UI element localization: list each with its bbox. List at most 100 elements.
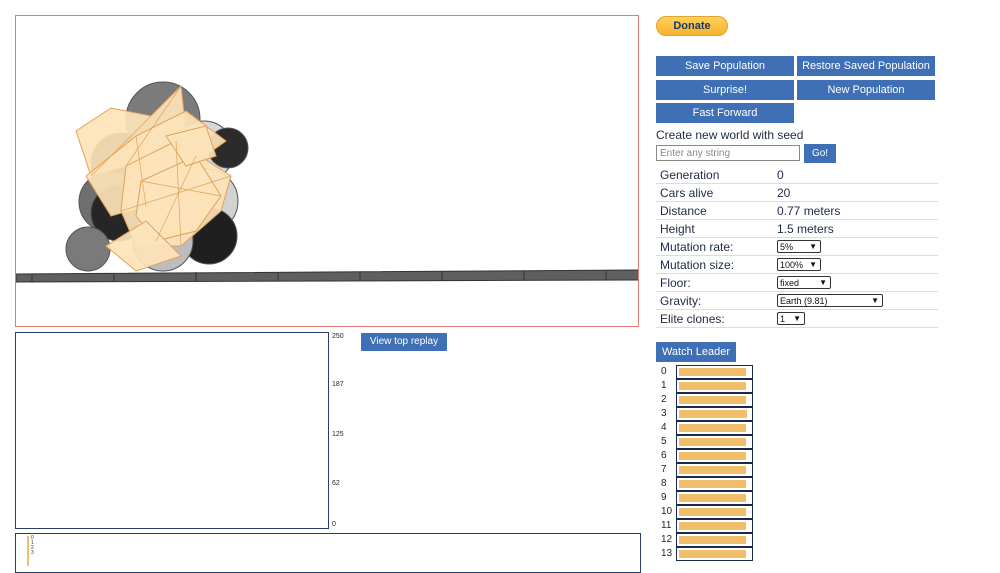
new-population-button[interactable]: New Population	[797, 80, 935, 100]
setting-row-mutation-size: Mutation size: 100% ▼	[656, 256, 938, 274]
world-canvas	[15, 15, 639, 327]
select-value: 1	[780, 314, 786, 324]
gravity-select[interactable]: Earth (9.81) ▼	[777, 294, 883, 307]
surprise-button[interactable]: Surprise!	[656, 80, 794, 100]
health-bar	[676, 547, 753, 561]
stat-value: 1.5 meters	[777, 222, 834, 236]
car-health-row: 11	[656, 519, 756, 533]
select-value: Earth (9.81)	[780, 296, 828, 306]
chevron-down-icon: ▼	[809, 242, 817, 251]
health-bar-fill	[679, 522, 746, 530]
chevron-down-icon: ▼	[793, 314, 801, 323]
car-index-label: 2	[661, 394, 667, 405]
health-bar-fill	[679, 438, 746, 446]
car-index-label: 3	[661, 408, 667, 419]
seed-input[interactable]	[656, 145, 800, 161]
car-health-row: 9	[656, 491, 756, 505]
setting-label: Gravity:	[660, 294, 702, 308]
health-bar-fill	[679, 368, 746, 376]
stat-row-distance: Distance 0.77 meters	[656, 202, 938, 220]
donate-button[interactable]: Donate	[656, 16, 728, 36]
setting-label: Floor:	[660, 276, 691, 290]
stat-label: Height	[660, 222, 695, 236]
elite-clones-select[interactable]: 1 ▼	[777, 312, 805, 325]
save-population-button[interactable]: Save Population	[656, 56, 794, 76]
car-index-label: 1	[661, 380, 667, 391]
seed-label: Create new world with seed	[656, 128, 804, 142]
health-bar	[676, 505, 753, 519]
setting-row-gravity: Gravity: Earth (9.81) ▼	[656, 292, 938, 310]
car-index-label: 4	[661, 422, 667, 433]
stat-value: 20	[777, 186, 791, 200]
select-value: 5%	[780, 242, 794, 252]
car-health-row: 4	[656, 421, 756, 435]
setting-label: Mutation size:	[660, 258, 735, 272]
car-health-row: 5	[656, 435, 756, 449]
car-index-label: 6	[661, 450, 667, 461]
graph-y-tick: 250	[332, 333, 344, 340]
car-health-row: 3	[656, 407, 756, 421]
fast-forward-button[interactable]: Fast Forward	[656, 103, 794, 123]
car-health-row: 8	[656, 477, 756, 491]
car-health-row: 13	[656, 547, 756, 561]
stat-row-generation: Generation 0	[656, 166, 938, 184]
health-bar-fill	[679, 536, 746, 544]
health-bar	[676, 449, 753, 463]
watch-leader-button[interactable]: Watch Leader	[656, 342, 736, 362]
health-bar-fill	[679, 396, 746, 404]
stat-label: Distance	[660, 204, 707, 218]
health-bar	[676, 435, 753, 449]
setting-row-elite-clones: Elite clones: 1 ▼	[656, 310, 938, 328]
car-health-row: 2	[656, 393, 756, 407]
car-index-label: 5	[661, 436, 667, 447]
fitness-graph	[15, 332, 329, 529]
stat-label: Cars alive	[660, 186, 714, 200]
car-health-row: 1	[656, 379, 756, 393]
stats-table: Generation 0 Cars alive 20 Distance 0.77…	[656, 166, 938, 328]
car-health-row: 6	[656, 449, 756, 463]
car-index-label: 12	[661, 534, 673, 545]
health-bar-fill	[679, 452, 746, 460]
mutation-size-select[interactable]: 100% ▼	[777, 258, 821, 271]
track-floor	[16, 269, 638, 283]
car-index-label: 10	[661, 506, 673, 517]
minimap-label: 3	[31, 550, 34, 556]
minimap-marker	[27, 536, 29, 566]
health-bar	[676, 393, 753, 407]
graph-y-tick: 0	[332, 521, 336, 528]
health-bar-fill	[679, 424, 746, 432]
car-index-label: 11	[661, 520, 672, 531]
car-index-label: 9	[661, 492, 667, 503]
car-index-label: 7	[661, 464, 667, 475]
health-bar	[676, 379, 753, 393]
car-health-row: 12	[656, 533, 756, 547]
minimap: 0 1 2 3	[15, 533, 641, 573]
stat-label: Generation	[660, 168, 720, 182]
health-bar-fill	[679, 382, 746, 390]
health-bar-fill	[679, 550, 746, 558]
select-value: 100%	[780, 260, 804, 270]
health-bar-fill	[679, 494, 746, 502]
car-index-label: 8	[661, 478, 667, 489]
setting-label: Elite clones:	[660, 312, 725, 326]
car-index-label: 0	[661, 366, 667, 377]
mutation-rate-select[interactable]: 5% ▼	[777, 240, 821, 253]
chevron-down-icon: ▼	[809, 260, 817, 269]
graph-y-tick: 62	[332, 480, 340, 487]
car-health-row: 7	[656, 463, 756, 477]
setting-row-mutation-rate: Mutation rate: 5% ▼	[656, 238, 938, 256]
health-bar-fill	[679, 508, 746, 516]
health-bar-fill	[679, 480, 746, 488]
go-button[interactable]: Go!	[804, 144, 836, 163]
stat-value: 0.77 meters	[777, 204, 841, 218]
select-value: fixed	[780, 278, 800, 288]
car-health-row: 0	[656, 365, 756, 379]
chevron-down-icon: ▼	[871, 296, 879, 305]
health-bar	[676, 365, 753, 379]
simulation-scene	[16, 81, 638, 283]
floor-select[interactable]: fixed ▼	[777, 276, 831, 289]
health-bar-fill	[679, 466, 746, 474]
setting-label: Mutation rate:	[660, 240, 734, 254]
restore-population-button[interactable]: Restore Saved Population	[797, 56, 935, 76]
view-top-replay-button[interactable]: View top replay	[361, 333, 447, 351]
